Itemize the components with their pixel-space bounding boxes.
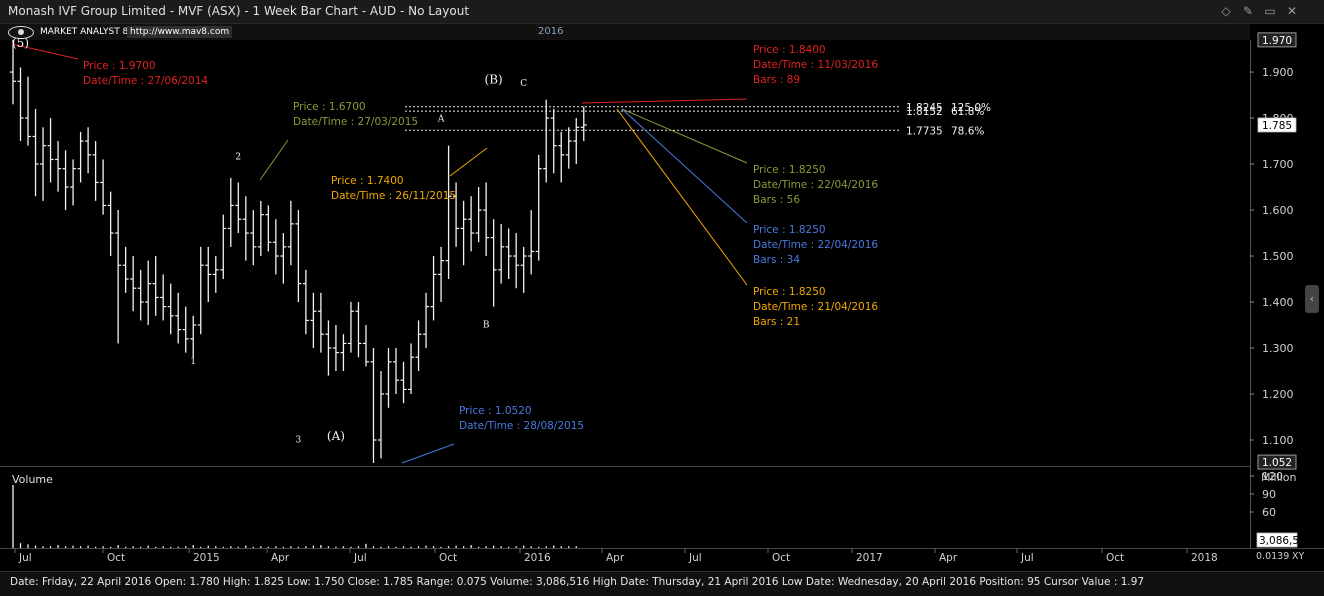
annotation-pointer-line	[581, 98, 748, 104]
y-tick-label: 1.500	[1262, 250, 1294, 263]
wave-label: (A)	[327, 429, 345, 443]
fib-level-value: 1.7735	[906, 125, 943, 137]
y-tick-label: 1.100	[1262, 434, 1294, 447]
wave-label: (5)	[12, 36, 29, 50]
y-tick-label: 1.300	[1262, 342, 1294, 355]
annotation-pointer-line	[449, 147, 488, 177]
panel-expand-handle[interactable]: ‹	[1305, 285, 1319, 313]
annotation-label: Price : 1.6700	[293, 101, 366, 113]
fib-level-value: 1.8152	[906, 106, 943, 118]
annotation-label: Date/Time : 21/04/2016	[753, 301, 878, 313]
x-tick-label: Jul	[353, 552, 367, 564]
volume-tick-label: 90	[1262, 488, 1276, 501]
x-tick-label: Jul	[688, 552, 702, 564]
fib-level-percent: 61.8%	[951, 106, 984, 118]
volume-tick-label: 60	[1262, 506, 1276, 519]
zoom-level: 0.0139	[1256, 551, 1290, 562]
x-tick-label: 2017	[856, 552, 883, 564]
axis-price-label: 1.785	[1262, 120, 1292, 132]
annotation-label: Bars : 89	[753, 74, 800, 86]
annotation-label: Date/Time : 22/04/2016	[753, 179, 878, 191]
x-tick-label: Apr	[271, 552, 290, 564]
axis-price-label: 1.052	[1262, 457, 1292, 469]
annotation-label: Price : 1.8400	[753, 44, 826, 56]
annotation-pointer-line	[621, 108, 748, 164]
annotation-label: Bars : 56	[753, 194, 800, 206]
annotation-label: Price : 1.0520	[459, 405, 532, 417]
xy-toggle[interactable]: XY	[1292, 551, 1304, 562]
annotation-label: Price : 1.8250	[753, 164, 826, 176]
annotation-pointer-line	[401, 443, 455, 464]
volume-tick-label: 120	[1262, 470, 1283, 483]
annotation-label: Date/Time : 27/03/2015	[293, 116, 418, 128]
status-text: Date: Friday, 22 April 2016 Open: 1.780 …	[10, 576, 1145, 588]
wave-label: 2	[235, 152, 241, 162]
status-bar: Date: Friday, 22 April 2016 Open: 1.780 …	[0, 571, 1324, 596]
volume-value-label: 3,086,516	[1259, 535, 1313, 547]
x-tick-label: Oct	[439, 552, 457, 564]
wave-label: 1	[190, 357, 196, 367]
y-tick-label: 1.200	[1262, 388, 1294, 401]
y-tick-label: 1.700	[1262, 158, 1294, 171]
x-tick-label: Apr	[939, 552, 958, 564]
annotation-label: Date/Time : 22/04/2016	[753, 239, 878, 251]
x-tick-label: Jul	[18, 552, 32, 564]
annotation-pointer-line	[621, 108, 748, 224]
y-tick-label: 1.600	[1262, 204, 1294, 217]
annotation-label: Bars : 34	[753, 254, 800, 266]
x-tick-label: 2015	[193, 552, 220, 564]
annotation-label: Bars : 21	[753, 316, 800, 328]
wave-label: C	[520, 79, 527, 89]
panel-separator	[0, 466, 1250, 467]
price-axis-border	[1250, 40, 1251, 548]
wave-label: 3	[296, 435, 302, 445]
y-tick-label: 1.900	[1262, 66, 1294, 79]
x-tick-label: Jul	[1020, 552, 1034, 564]
annotation-label: Date/Time : 26/11/2015	[331, 190, 456, 202]
wave-label: (B)	[485, 73, 503, 87]
annotation-label: Date/Time : 11/03/2016	[753, 59, 878, 71]
y-tick-label: 1.400	[1262, 296, 1294, 309]
volume-panel-title: Volume	[12, 473, 53, 486]
annotation-label: Price : 1.9700	[83, 60, 156, 72]
annotation-label: Price : 1.8250	[753, 286, 826, 298]
annotation-label: Date/Time : 27/06/2014	[83, 75, 208, 87]
fib-level-percent: 78.6%	[951, 125, 984, 137]
x-tick-label: Oct	[107, 552, 125, 564]
x-tick-label: Oct	[1106, 552, 1124, 564]
x-tick-label: Apr	[606, 552, 625, 564]
annotation-label: Date/Time : 28/08/2015	[459, 420, 584, 432]
time-axis-border	[0, 548, 1324, 549]
x-tick-label: 2018	[1191, 552, 1218, 564]
axis-price-label: 1.970	[1262, 35, 1292, 47]
annotation-label: Price : 1.8250	[753, 224, 826, 236]
x-tick-label: 2016	[524, 552, 551, 564]
x-tick-label: Oct	[772, 552, 790, 564]
annotation-pointer-line	[259, 139, 289, 181]
wave-label: A	[437, 115, 445, 125]
wave-label: B	[483, 320, 490, 330]
price-chart[interactable]: 1.1001.2001.3001.4001.5001.6001.7001.800…	[0, 0, 1324, 571]
annotation-label: Price : 1.7400	[331, 175, 404, 187]
